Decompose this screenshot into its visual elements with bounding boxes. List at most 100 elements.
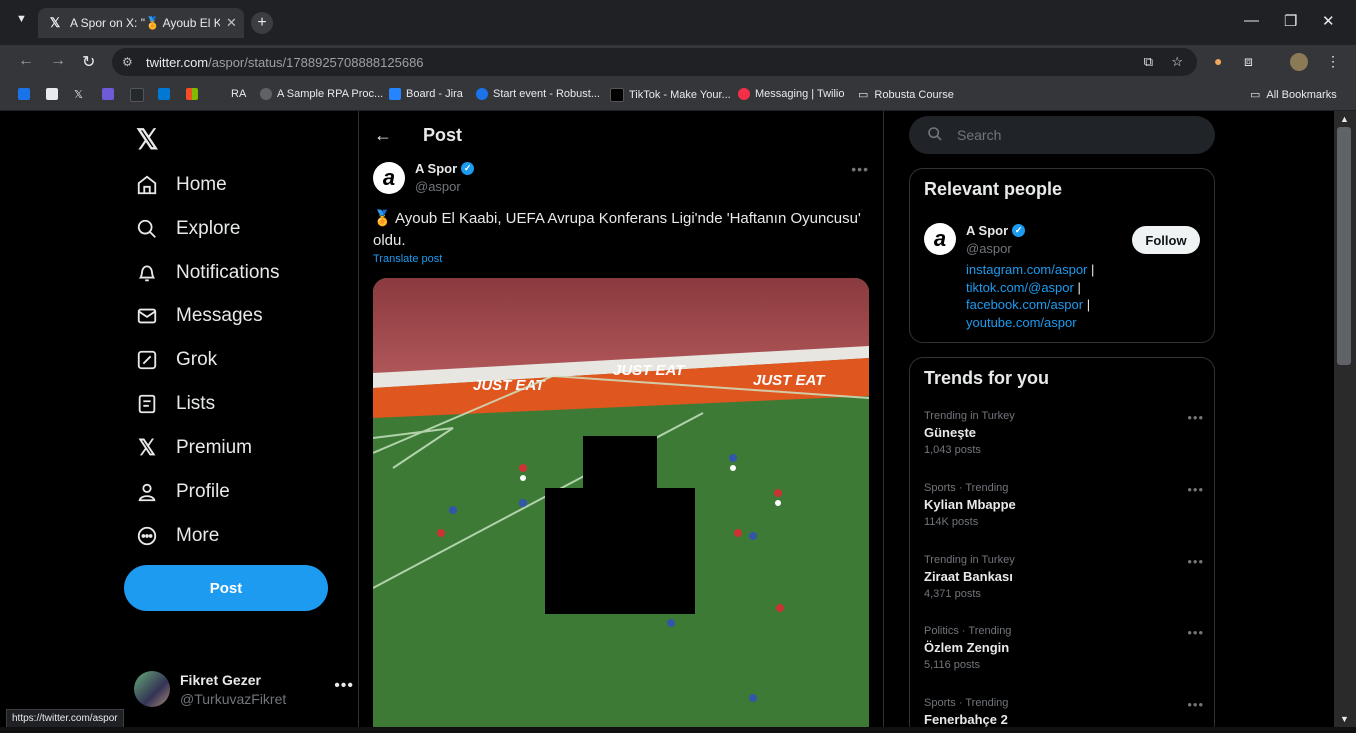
nav-explore-label: Explore: [176, 218, 241, 239]
bookmark-twilio[interactable]: Messaging | Twilio: [738, 88, 844, 100]
verified-badge-icon: ✓: [1012, 224, 1026, 237]
bio-link[interactable]: instagram.com/aspor: [966, 262, 1087, 277]
search-input[interactable]: Search: [909, 116, 1215, 154]
bookmark-rpa[interactable]: A Sample RPA Proc...: [260, 88, 383, 100]
nav-home[interactable]: Home: [134, 165, 227, 205]
account-switcher[interactable]: Fikret Gezer @TurkuvazFikret •••: [134, 667, 354, 711]
extension-icon[interactable]: ●: [1214, 53, 1222, 69]
bookmark-robusta-start[interactable]: Start event - Robust...: [476, 88, 600, 100]
nav-grok[interactable]: Grok: [134, 340, 217, 380]
bookmark-icon-3[interactable]: [102, 88, 119, 100]
relevant-handle[interactable]: @aspor: [966, 241, 1012, 256]
more-dots-icon[interactable]: •••: [334, 677, 354, 695]
relevant-bio: instagram.com/aspor | tiktok.com/@aspor …: [966, 262, 1095, 330]
minimize-icon[interactable]: —: [1244, 12, 1259, 29]
bookmark-icon-1[interactable]: [18, 88, 35, 100]
football-pitch-image: JUST EAT JUST EAT JUST EAT: [373, 278, 869, 727]
nav-lists[interactable]: Lists: [134, 384, 215, 424]
browser-tab-strip: ▼ 𝕏 A Spor on X: "🏅 Ayoub El Kaabi ✕ + —…: [0, 0, 1356, 45]
trend-item[interactable]: Trending in Turkey Güneşte 1,043 posts •…: [924, 410, 1204, 456]
verified-badge-icon: ✓: [461, 162, 475, 175]
page-scrollbar[interactable]: ▲ ▼: [1334, 111, 1356, 727]
grok-icon: [134, 347, 160, 373]
bookmark-star-icon[interactable]: ☆: [1171, 54, 1183, 70]
nav-lists-label: Lists: [176, 393, 216, 414]
trends-title: Trends for you: [924, 368, 1050, 388]
bookmark-outlook-icon[interactable]: [158, 88, 175, 100]
nav-notifications[interactable]: Notifications: [134, 253, 280, 293]
address-bar[interactable]: ⚙ twitter.com/aspor/status/1788925708888…: [112, 48, 1197, 76]
page-title: Post: [423, 125, 463, 145]
bio-link[interactable]: facebook.com/aspor: [966, 297, 1083, 312]
author-avatar[interactable]: a: [373, 162, 405, 194]
trend-item[interactable]: Politics · Trending Özlem Zengin 5,116 p…: [924, 625, 1204, 671]
post-text: 🏅 Ayoub El Kaabi, UEFA Avrupa Konferans …: [373, 210, 861, 249]
url-host: twitter.com: [146, 54, 209, 70]
chrome-menu-icon[interactable]: ⋮: [1326, 53, 1340, 70]
x-favicon-icon: 𝕏: [49, 15, 61, 30]
tab-search-chevron-icon[interactable]: ▼: [16, 13, 27, 25]
trend-item[interactable]: Sports · Trending Fenerbahçe 2 •••: [924, 697, 1204, 727]
page-content: 𝕏 Home Explore Notifications Messages Gr…: [6, 111, 1334, 727]
site-info-icon[interactable]: ⚙: [122, 55, 136, 69]
trend-more-icon[interactable]: •••: [1187, 625, 1204, 640]
scroll-down-icon[interactable]: ▼: [1340, 714, 1349, 724]
relevant-name[interactable]: A Spor ✓: [966, 223, 1026, 238]
nav-profile[interactable]: Profile: [134, 472, 230, 512]
trend-more-icon[interactable]: •••: [1187, 410, 1204, 425]
avatar[interactable]: a: [924, 223, 956, 255]
follow-button[interactable]: Follow: [1132, 226, 1200, 254]
trend-item[interactable]: Sports · Trending Kylian Mbappe 114K pos…: [924, 482, 1204, 528]
bookmark-x-icon[interactable]: 𝕏: [74, 88, 83, 101]
banner-text: JUST EAT: [613, 362, 686, 379]
trend-item[interactable]: Trending in Turkey Ziraat Bankası 4,371 …: [924, 554, 1204, 600]
author-name[interactable]: A Spor ✓: [415, 161, 475, 176]
relevant-people-title: Relevant people: [924, 179, 1063, 199]
nav-messages[interactable]: Messages: [134, 296, 263, 336]
new-tab-button[interactable]: +: [251, 12, 273, 34]
list-icon: [134, 391, 160, 417]
status-bar-url: https://twitter.com/aspor: [6, 709, 124, 729]
nav-more[interactable]: More: [134, 516, 219, 556]
post-media[interactable]: JUST EAT JUST EAT JUST EAT: [373, 278, 869, 727]
bio-link[interactable]: tiktok.com/@aspor: [966, 280, 1074, 295]
extensions-puzzle-icon[interactable]: ⧈: [1244, 53, 1253, 70]
post-button[interactable]: Post: [124, 565, 328, 611]
post-more-icon[interactable]: •••: [851, 161, 869, 177]
nav-premium[interactable]: 𝕏 Premium: [134, 428, 252, 468]
restore-icon[interactable]: ❐: [1284, 12, 1297, 30]
reload-icon[interactable]: ↻: [82, 52, 95, 72]
relevant-people-card: Relevant people a A Spor ✓ @aspor Follow …: [909, 168, 1215, 343]
author-handle[interactable]: @aspor: [415, 179, 461, 194]
x-logo-icon[interactable]: 𝕏: [136, 123, 159, 156]
trend-more-icon[interactable]: •••: [1187, 697, 1204, 712]
account-handle: @TurkuvazFikret: [180, 690, 287, 707]
bookmark-tiktok[interactable]: TikTok - Make Your...: [610, 88, 731, 102]
bookmark-github-icon[interactable]: [130, 88, 149, 102]
scroll-up-icon[interactable]: ▲: [1340, 114, 1349, 124]
cast-icon[interactable]: ⧉: [1144, 54, 1153, 70]
scroll-thumb[interactable]: [1337, 127, 1351, 365]
all-bookmarks[interactable]: ▭ All Bookmarks: [1250, 88, 1337, 102]
bookmark-ra[interactable]: RA: [214, 88, 246, 100]
search-icon: [927, 126, 943, 145]
bookmark-icon-2[interactable]: [46, 88, 63, 100]
trend-more-icon[interactable]: •••: [1187, 554, 1204, 569]
bell-icon: [134, 260, 160, 286]
bookmark-robusta-course[interactable]: ▭ Robusta Course: [858, 88, 954, 102]
bookmark-jira[interactable]: Board - Jira: [389, 88, 463, 100]
nav-explore[interactable]: Explore: [134, 209, 240, 249]
nav-grok-label: Grok: [176, 349, 218, 370]
bookmark-office-icon[interactable]: [186, 88, 203, 100]
close-window-icon[interactable]: ✕: [1322, 12, 1335, 30]
trend-more-icon[interactable]: •••: [1187, 482, 1204, 497]
back-arrow-icon[interactable]: ←: [374, 125, 392, 146]
tab-close-icon[interactable]: ✕: [226, 15, 237, 31]
bio-link[interactable]: youtube.com/aspor: [966, 315, 1077, 330]
back-nav-icon[interactable]: ←: [18, 52, 34, 70]
browser-tab[interactable]: 𝕏 A Spor on X: "🏅 Ayoub El Kaabi ✕: [38, 8, 244, 38]
translate-post-link[interactable]: Translate post: [373, 253, 442, 265]
forward-nav-icon[interactable]: →: [50, 52, 66, 70]
nav-premium-label: Premium: [176, 437, 253, 458]
profile-avatar[interactable]: [1290, 53, 1308, 71]
